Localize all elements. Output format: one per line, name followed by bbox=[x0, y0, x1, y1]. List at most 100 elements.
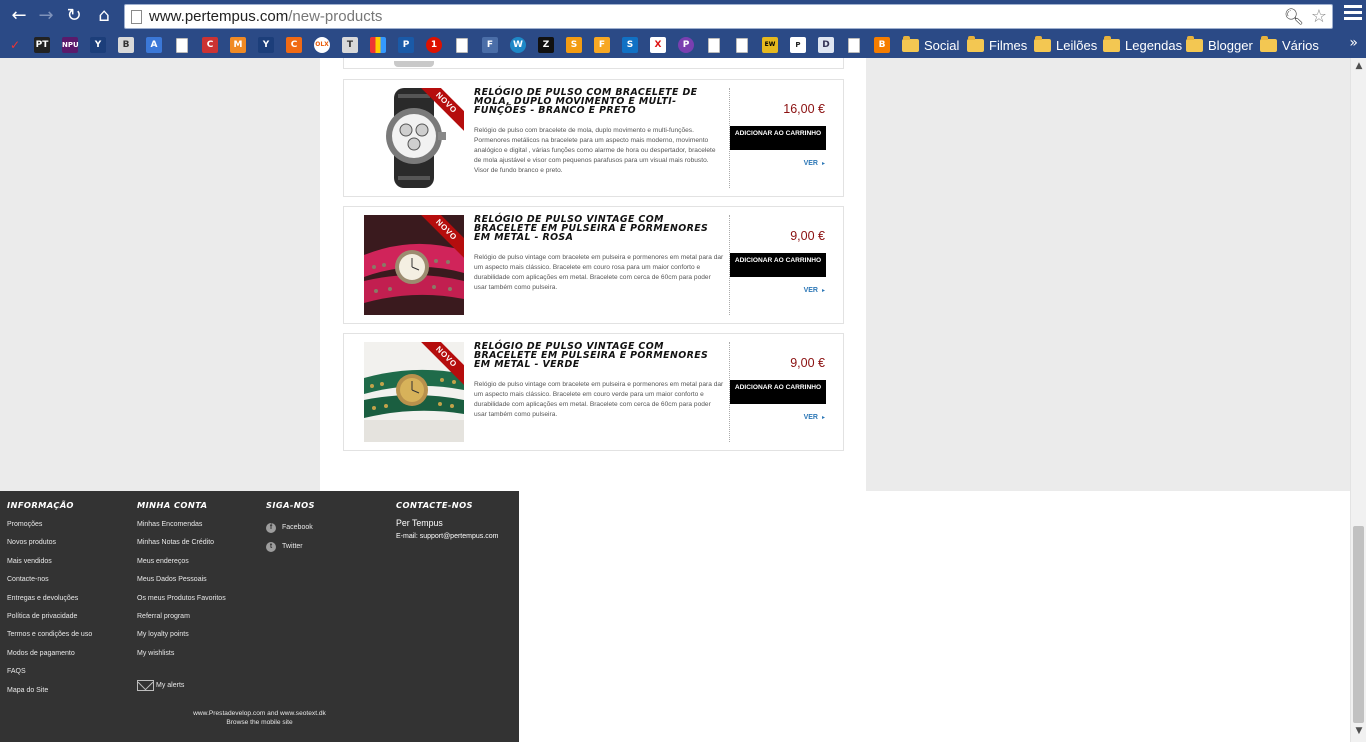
bookmark-blogger[interactable]: B bbox=[874, 36, 890, 54]
facebook-link[interactable]: f Facebook bbox=[266, 518, 315, 537]
bookmark-f[interactable]: F bbox=[594, 36, 610, 54]
footer-link[interactable]: Entregas e devoluções bbox=[7, 594, 92, 612]
view-label: VER bbox=[803, 287, 818, 294]
vertical-scrollbar[interactable]: ▲ ▼ bbox=[1350, 58, 1366, 742]
bookmark-box[interactable]: T bbox=[342, 36, 358, 54]
bookmark-folder-leiloes[interactable]: Leilões bbox=[1034, 35, 1097, 54]
bookmark-doc5[interactable] bbox=[846, 36, 860, 54]
url-domain: www.pertempus.com bbox=[149, 8, 289, 25]
footer-link[interactable]: Minhas Notas de Crédito bbox=[137, 538, 226, 556]
footer-link[interactable]: Novos produtos bbox=[7, 538, 92, 556]
footer-link[interactable]: Política de privacidade bbox=[7, 612, 92, 630]
chrome-menu-icon[interactable] bbox=[1344, 5, 1362, 25]
chevron-right-icon: ▸ bbox=[821, 160, 825, 167]
home-icon[interactable]: ⌂ bbox=[92, 4, 116, 28]
bookmark-pt[interactable]: PT bbox=[34, 36, 50, 54]
bookmark-chart[interactable]: M bbox=[230, 36, 246, 54]
bookmark-p2[interactable]: D bbox=[818, 36, 834, 54]
add-to-cart-button[interactable]: ADICIONAR AO CARRINHO bbox=[730, 380, 826, 404]
bookmark-folder-blogger[interactable]: Blogger bbox=[1186, 35, 1253, 54]
twitter-link[interactable]: t Twitter bbox=[266, 537, 315, 556]
bookmark-folder-social[interactable]: Social bbox=[902, 35, 959, 54]
view-product-link[interactable]: VER ▸ bbox=[804, 160, 825, 167]
product-title[interactable]: Relógio de pulso com bracelete de mola, … bbox=[474, 88, 722, 115]
twitter-icon: t bbox=[266, 541, 276, 552]
scroll-up-icon[interactable]: ▲ bbox=[1351, 61, 1366, 75]
zoom-icon[interactable]: 🔍︎ bbox=[1284, 7, 1304, 26]
bookmark-bar[interactable] bbox=[370, 36, 386, 54]
bookmarks-overflow-button[interactable]: » bbox=[1349, 35, 1358, 51]
footer-link[interactable]: My wishlists bbox=[137, 649, 226, 667]
alerts-label: My alerts bbox=[156, 682, 185, 690]
bookmark-shield[interactable]: S bbox=[622, 36, 638, 54]
product-image[interactable]: NOVO bbox=[364, 342, 464, 442]
bookmark-folder-legendas[interactable]: Legendas bbox=[1103, 35, 1182, 54]
footer-link[interactable]: Contacte-nos bbox=[7, 575, 92, 593]
scrollbar-thumb[interactable] bbox=[1353, 526, 1364, 723]
footer-heading: Informação bbox=[7, 500, 74, 510]
footer-link-alerts[interactable]: My alerts bbox=[137, 667, 226, 692]
bookmark-s[interactable]: S bbox=[566, 36, 582, 54]
footer-link[interactable]: Meus Dados Pessoais bbox=[137, 575, 226, 593]
reload-icon[interactable]: ↻ bbox=[62, 4, 86, 28]
footer-link[interactable]: Minhas Encomendas bbox=[137, 520, 226, 538]
one-icon: 1 bbox=[426, 37, 442, 53]
credits-link[interactable]: www.Prestadevelop.com and www.seotext.dk bbox=[0, 709, 519, 718]
bookmark-one[interactable]: 1 bbox=[426, 36, 442, 54]
bookmark-npu[interactable]: NPU bbox=[62, 36, 79, 54]
back-arrow-icon[interactable]: ← bbox=[7, 4, 31, 28]
bookmark-folder-varios[interactable]: Vários bbox=[1260, 35, 1319, 54]
footer-link[interactable]: FAQS bbox=[7, 667, 92, 685]
scroll-down-icon[interactable]: ▼ bbox=[1351, 726, 1366, 740]
product-image[interactable]: NOVO bbox=[364, 215, 464, 315]
olx-icon: OLX bbox=[314, 37, 330, 53]
bookmark-star-icon[interactable]: ☆ bbox=[1311, 6, 1327, 27]
footer-link[interactable]: Promoções bbox=[7, 520, 92, 538]
bookmark-doc1[interactable] bbox=[174, 36, 188, 54]
bookmark-flower[interactable]: P bbox=[678, 36, 694, 54]
bookmark-translate[interactable]: A bbox=[146, 36, 162, 54]
bookmark-colors[interactable]: C bbox=[202, 36, 218, 54]
bookmark-p[interactable]: P bbox=[398, 36, 414, 54]
product-title[interactable]: Relógio de pulso vintage com bracelete e… bbox=[474, 342, 722, 369]
address-url[interactable]: www.pertempus.com/new-products bbox=[149, 8, 382, 25]
footer-link[interactable]: Mais vendidos bbox=[7, 557, 92, 575]
view-product-link[interactable]: VER ▸ bbox=[804, 287, 825, 294]
bookmark-doc2[interactable] bbox=[454, 36, 468, 54]
bookmark-folder-filmes[interactable]: Filmes bbox=[967, 35, 1027, 54]
bookmark-c[interactable]: C bbox=[286, 36, 302, 54]
bookmark-y1[interactable]: Y bbox=[90, 36, 106, 54]
bookmark-x[interactable]: X bbox=[650, 36, 666, 54]
footer-heading: Siga-nos bbox=[266, 500, 315, 510]
page-icon bbox=[736, 37, 748, 53]
footer-link[interactable]: Meus endereços bbox=[137, 557, 226, 575]
bookmark-doc3[interactable] bbox=[706, 36, 720, 54]
bookmark-bank[interactable]: B bbox=[118, 36, 134, 54]
folder-icon bbox=[902, 35, 919, 52]
footer-link[interactable]: Os meus Produtos Favoritos bbox=[137, 594, 226, 612]
bookmark-imdb[interactable]: EW bbox=[762, 36, 778, 54]
bookmark-doc4[interactable] bbox=[734, 36, 748, 54]
product-image[interactable]: NOVO bbox=[364, 88, 464, 188]
add-to-cart-button[interactable]: ADICIONAR AO CARRINHO bbox=[730, 253, 826, 277]
footer-link[interactable]: Referral program bbox=[137, 612, 226, 630]
view-product-link[interactable]: VER ▸ bbox=[804, 414, 825, 421]
bookmark-film[interactable]: F bbox=[482, 36, 498, 54]
bookmark-y2[interactable]: Y bbox=[258, 36, 274, 54]
footer-link[interactable]: Modos de pagamento bbox=[7, 649, 92, 667]
footer-link[interactable]: Mapa do Site bbox=[7, 686, 92, 704]
forward-arrow-icon[interactable]: → bbox=[34, 4, 58, 28]
footer-link[interactable]: My loyalty points bbox=[137, 630, 226, 648]
footer-link[interactable]: Termos e condições de uso bbox=[7, 630, 92, 648]
mobile-site-link[interactable]: Browse the mobile site bbox=[0, 718, 519, 727]
address-bar[interactable]: www.pertempus.com/new-products 🔍︎ ☆ bbox=[124, 4, 1333, 29]
y-logo-icon: Y bbox=[90, 37, 106, 53]
contact-email[interactable]: E-mail: support@pertempus.com bbox=[396, 533, 498, 540]
add-to-cart-button[interactable]: ADICIONAR AO CARRINHO bbox=[730, 126, 826, 150]
bookmark-nike[interactable]: ✓ bbox=[7, 36, 23, 54]
bookmark-olx[interactable]: OLX bbox=[314, 36, 330, 54]
bookmark-z[interactable]: Z bbox=[538, 36, 554, 54]
bookmark-ew[interactable]: P bbox=[790, 36, 806, 54]
bookmark-world[interactable]: W bbox=[510, 36, 526, 54]
product-title[interactable]: Relógio de pulso vintage com bracelete e… bbox=[474, 215, 722, 242]
